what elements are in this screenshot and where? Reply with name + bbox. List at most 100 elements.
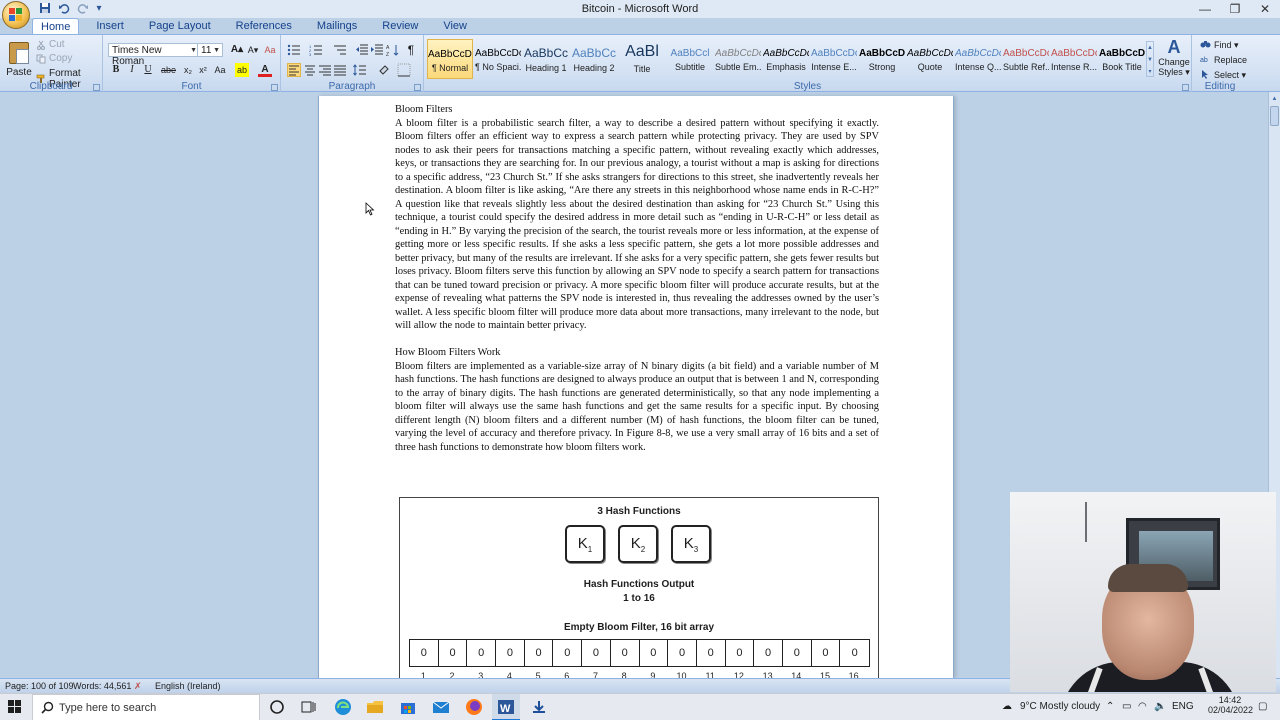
copy-button[interactable]: Copy (36, 53, 72, 64)
style-14[interactable]: AaBbCcDc Book Title (1099, 39, 1145, 79)
style-0[interactable]: AaBbCcDc ¶ Normal (427, 39, 473, 79)
file-explorer-icon[interactable] (366, 698, 384, 716)
style-10[interactable]: AaBbCcDc Quote (907, 39, 953, 79)
scroll-up-icon[interactable]: ▲ (1270, 94, 1279, 104)
change-styles-button[interactable]: A Change Styles ▾ (1158, 37, 1190, 81)
clear-formatting-button[interactable]: Aa (263, 43, 277, 57)
document-page[interactable]: Bloom Filters A bloom filter is a probab… (318, 96, 954, 678)
bit-cell: 0 (754, 640, 783, 666)
app-pinned-icon[interactable] (530, 698, 548, 716)
style-8[interactable]: AaBbCcDc Intense E... (811, 39, 857, 79)
style-5[interactable]: AaBbCcl Subtitle (667, 39, 713, 79)
task-view-icon[interactable] (300, 698, 318, 716)
figure-empty-filter-title: Empty Bloom Filter, 16 bit array (563, 622, 715, 633)
word-count[interactable]: Words: 44,561 (73, 681, 131, 691)
style-9[interactable]: AaBbCcDc Strong (859, 39, 905, 79)
subscript-button[interactable]: x₂ (181, 63, 195, 77)
tab-review[interactable]: Review (374, 18, 426, 35)
font-name-combo[interactable]: Times New Roman ▼ (108, 43, 200, 67)
line-spacing-icon[interactable] (353, 63, 367, 77)
numbering-icon[interactable]: 123 (309, 43, 323, 57)
store-icon[interactable] (399, 698, 417, 716)
tab-references[interactable]: References (228, 18, 300, 35)
select-button[interactable]: Select ▾ (1200, 69, 1246, 81)
tab-mailings[interactable]: Mailings (309, 18, 365, 35)
paste-button[interactable]: Paste (6, 40, 32, 78)
wifi-icon[interactable]: ◠ (1138, 701, 1147, 712)
sort-icon[interactable]: AZ (386, 43, 400, 58)
document-text[interactable]: Bloom Filters A bloom filter is a probab… (395, 103, 879, 454)
style-7[interactable]: AaBbCcDc Emphasis (763, 39, 809, 79)
style-2[interactable]: AaBbCc Heading 1 (523, 39, 569, 79)
align-right-icon[interactable] (318, 63, 332, 77)
superscript-button[interactable]: x² (196, 63, 210, 77)
language-indicator[interactable]: English (Ireland) (155, 681, 221, 691)
italic-button[interactable]: I (125, 63, 139, 77)
borders-icon[interactable] (397, 63, 411, 77)
align-left-icon[interactable] (287, 63, 301, 77)
edge-browser-icon[interactable] (334, 698, 352, 716)
mail-icon[interactable] (432, 698, 450, 716)
increase-indent-icon[interactable] (370, 43, 384, 57)
office-button[interactable] (2, 1, 30, 29)
tab-home[interactable]: Home (32, 18, 80, 35)
shading-icon[interactable] (377, 63, 391, 77)
notification-icon[interactable]: ▢ (1258, 701, 1267, 712)
decrease-indent-icon[interactable] (355, 43, 369, 57)
page-count[interactable]: Page: 100 of 109 (5, 681, 74, 691)
font-launcher-icon[interactable] (271, 84, 278, 91)
clock[interactable]: 14:42 02/04/2022 (1208, 695, 1253, 715)
firefox-icon[interactable] (465, 698, 483, 716)
volume-icon[interactable]: 🔈 (1154, 701, 1166, 712)
hash-key-box: K2 (618, 525, 658, 563)
chevron-up-icon[interactable]: ⌃ (1106, 701, 1114, 712)
cortana-icon[interactable] (268, 698, 286, 716)
align-center-icon[interactable] (303, 63, 317, 77)
bit-cell: 0 (439, 640, 468, 666)
cut-button[interactable]: Cut (36, 39, 65, 50)
paragraph-launcher-icon[interactable] (414, 84, 421, 91)
style-6[interactable]: AaBbCcDc Subtle Em... (715, 39, 761, 79)
style-12[interactable]: AaBbCcDc Subtle Ref... (1003, 39, 1049, 79)
replace-button[interactable]: ab Replace (1200, 54, 1247, 66)
weather-text[interactable]: 9°C Mostly cloudy (1020, 701, 1100, 712)
style-4[interactable]: AaBl Title (619, 39, 665, 79)
weather-icon[interactable]: ☁ (1002, 701, 1012, 712)
find-button[interactable]: Find ▾ (1200, 39, 1239, 51)
highlight-button[interactable]: ab (235, 63, 249, 77)
change-case-button[interactable]: Aa (213, 63, 227, 77)
tab-view[interactable]: View (435, 18, 475, 35)
tab-page-layout[interactable]: Page Layout (141, 18, 219, 35)
font-color-button[interactable]: A (258, 63, 272, 77)
underline-button[interactable]: U (141, 63, 155, 77)
grow-font-button[interactable]: A▴ (230, 43, 244, 57)
style-13[interactable]: AaBbCcDc Intense R... (1051, 39, 1097, 79)
tab-insert[interactable]: Insert (88, 18, 132, 35)
search-input[interactable] (59, 700, 249, 716)
strikethrough-button[interactable]: abe (161, 63, 176, 77)
style-1[interactable]: AaBbCcDc ¶ No Spaci... (475, 39, 521, 79)
windows-start-icon[interactable] (8, 700, 22, 714)
clipboard-launcher-icon[interactable] (93, 84, 100, 91)
gallery-scroll[interactable]: ▲ ▼ ▾ (1146, 41, 1154, 77)
justify-icon[interactable] (333, 63, 347, 77)
scrollbar-thumb[interactable] (1270, 106, 1279, 126)
proofing-icon[interactable]: ✗ (134, 681, 142, 692)
show-hide-marks-icon[interactable]: ¶ (404, 43, 418, 57)
battery-icon[interactable]: ▭ (1122, 701, 1131, 712)
taskbar-search[interactable] (32, 694, 260, 720)
style-sample: AaBbCcDc (715, 48, 761, 59)
restore-button[interactable]: ❐ (1220, 0, 1250, 18)
styles-launcher-icon[interactable] (1182, 84, 1189, 91)
shrink-font-button[interactable]: A▾ (246, 43, 260, 57)
multilevel-list-icon[interactable] (333, 43, 347, 57)
close-button[interactable]: ✕ (1250, 0, 1280, 18)
bullets-icon[interactable] (287, 43, 301, 57)
style-11[interactable]: AaBbCcDc Intense Q... (955, 39, 1001, 79)
minimize-button[interactable]: — (1190, 0, 1220, 18)
bold-button[interactable]: B (109, 63, 123, 77)
word-app-icon[interactable]: W (497, 698, 515, 716)
font-size-combo[interactable]: 11 ▼ (197, 43, 223, 57)
style-3[interactable]: AaBbCc Heading 2 (571, 39, 617, 79)
input-language[interactable]: ENG (1172, 701, 1194, 712)
